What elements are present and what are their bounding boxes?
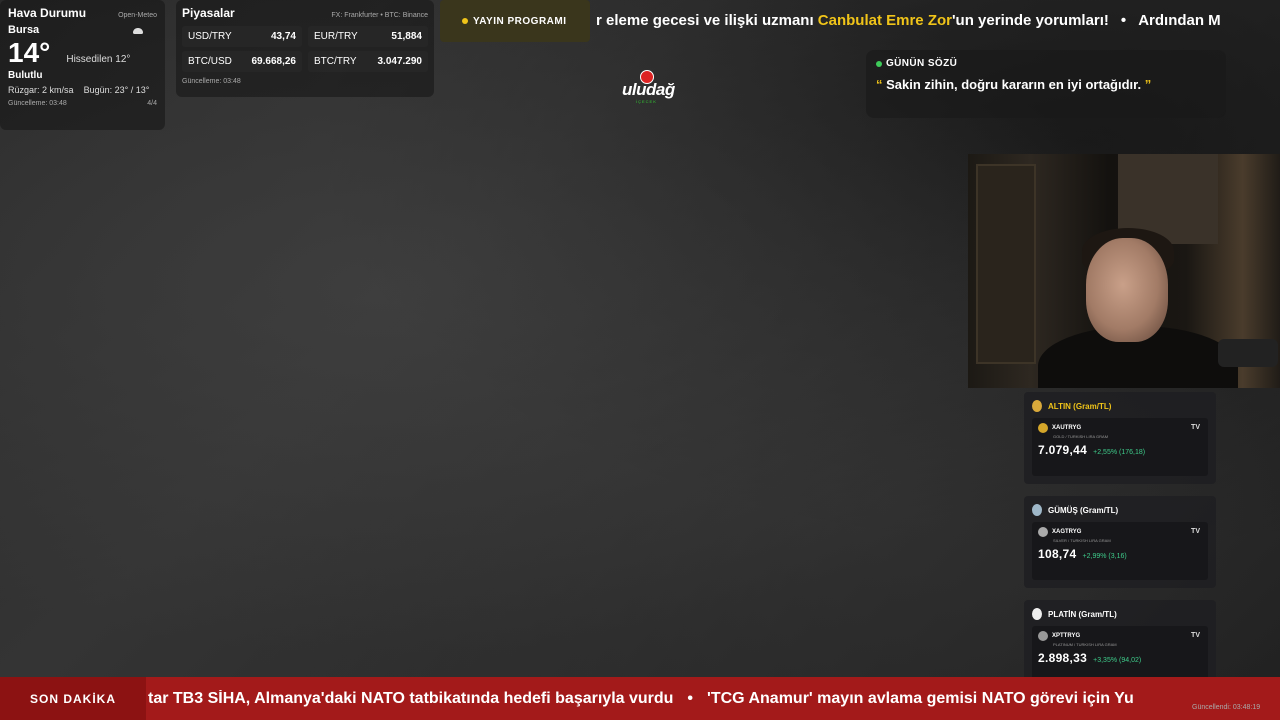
breaking-text: tar TB3 SİHA, Almanya'daki NATO tatbikat…: [146, 690, 1280, 708]
top-ticker-text-3: Ardından M: [1138, 12, 1221, 29]
metal-price: 2.898,33: [1038, 651, 1088, 665]
webcam-feed: [968, 154, 1280, 388]
metals-widget: ALTIN (Gram/TL) XAUTRYG GOLD / TURKISH L…: [1024, 392, 1226, 692]
market-value: 69.668,26: [251, 56, 297, 67]
microphone: [1218, 339, 1278, 367]
weather-city: Bursa: [8, 24, 40, 36]
market-item-btcusd: BTC/USD 69.668,26: [182, 51, 302, 72]
quote-title: GÜNÜN SÖZÜ: [886, 58, 958, 69]
top-ticker-text-2: 'un yerinde yorumları!: [951, 12, 1109, 29]
live-dot-icon: [876, 60, 882, 67]
metal-title: ALTIN (Gram/TL): [1048, 401, 1112, 411]
metal-title: PLATİN (Gram/TL): [1048, 609, 1117, 619]
weather-condition: Bulutlu: [8, 70, 43, 81]
today-value: 23° / 13°: [114, 85, 150, 95]
market-item-eurtry: EUR/TRY 51,884: [308, 26, 428, 47]
weather-widget: Hava Durumu Open-Meteo Bursa 14° Hissedi…: [0, 0, 165, 130]
webcam-person-face: [1086, 238, 1168, 342]
market-item-usdtry: USD/TRY 43,74: [182, 26, 302, 47]
weather-updated: Güncelleme: 03:48: [8, 100, 67, 107]
medal-icon: [1032, 400, 1042, 412]
coin-icon: [1038, 527, 1048, 537]
metal-card-silver: GÜMÜŞ (Gram/TL) XAGTRYG SILVER / TURKISH…: [1024, 496, 1216, 588]
logo-text: uludağ: [622, 80, 675, 99]
metal-change: +3,35% (94,02): [1093, 657, 1142, 664]
weather-temperature: 14°: [8, 37, 51, 68]
metal-change: +2,99% (3,16): [1082, 553, 1127, 560]
markets-widget: Piyasalar FX: Frankfurter • BTC: Binance…: [176, 0, 434, 97]
quote-widget: GÜNÜN SÖZÜ “ Sakin zihin, doğru kararın …: [866, 50, 1226, 118]
wind-value: 2 km/sa: [42, 85, 74, 95]
breaking-separator: •: [687, 689, 694, 707]
metals-updated: Güncellendi: 03:48:19: [1192, 704, 1261, 711]
market-item-btctry: BTC/TRY 3.047.290: [308, 51, 428, 72]
metal-symbol: XAGTRYG: [1052, 529, 1082, 535]
quote-text: “ Sakin zihin, doğru kararın en iyi orta…: [876, 77, 1216, 92]
tradingview-icon[interactable]: TV: [1191, 632, 1200, 639]
medal-icon: [1032, 608, 1042, 620]
weather-title: Hava Durumu: [8, 6, 87, 20]
live-dot-icon: [462, 18, 468, 24]
weather-details: Rüzgar: 2 km/sa Bugün: 23° / 13°: [8, 85, 157, 95]
weather-feels-like: Hissedilen 12°: [66, 54, 131, 65]
quote-body: Sakin zihin, doğru kararın en iyi ortağı…: [882, 77, 1145, 92]
market-label: USD/TRY: [188, 31, 232, 42]
metal-symbol: XAUTRYG: [1052, 425, 1082, 431]
market-value: 3.047.290: [377, 56, 423, 67]
program-badge: YAYIN PROGRAMI: [440, 0, 590, 42]
metal-description: GOLD / TURKISH LIRA GRAM: [1053, 434, 1109, 439]
coin-icon: [1038, 423, 1048, 433]
breaking-news-bar: SON DAKİKA tar TB3 SİHA, Almanya'daki NA…: [0, 677, 1280, 720]
metal-price: 108,74: [1038, 547, 1077, 561]
webcam-background-door: [976, 164, 1036, 364]
tradingview-icon[interactable]: TV: [1191, 528, 1200, 535]
market-label: EUR/TRY: [314, 31, 358, 42]
top-ticker-text-1: r eleme gecesi ve ilişki uzmanı: [596, 12, 818, 29]
wind-label: Rüzgar:: [8, 85, 40, 95]
program-label: YAYIN PROGRAMI: [473, 15, 567, 27]
metal-description: SILVER / TURKISH LIRA GRAM: [1053, 538, 1111, 543]
market-label: BTC/TRY: [314, 56, 357, 67]
market-label: BTC/USD: [188, 56, 232, 67]
cloud-icon: [133, 28, 143, 34]
metal-price: 7.079,44: [1038, 443, 1088, 457]
coin-icon: [1038, 631, 1048, 641]
quote-close-mark: ”: [1144, 77, 1152, 92]
sponsor-logo: uludağ İÇECEK: [620, 70, 682, 104]
top-ticker-separator: •: [1120, 12, 1127, 29]
metal-symbol: XPTTRYG: [1052, 633, 1081, 639]
today-label: Bugün:: [83, 85, 113, 95]
breaking-headline-2: 'TCG Anamur' mayın avlama gemisi NATO gö…: [707, 689, 1134, 707]
top-ticker-highlight: Canbulat Emre Zor: [817, 12, 952, 29]
metal-card-gold: ALTIN (Gram/TL) XAUTRYG GOLD / TURKISH L…: [1024, 392, 1216, 484]
markets-updated: Güncelleme: 03:48: [182, 78, 241, 85]
weather-source: Open-Meteo: [118, 12, 157, 19]
breaking-label: SON DAKİKA: [0, 677, 146, 720]
breaking-headline-1: tar TB3 SİHA, Almanya'daki NATO tatbikat…: [148, 689, 674, 707]
tradingview-icon[interactable]: TV: [1191, 424, 1200, 431]
weather-page: 4/4: [147, 100, 157, 107]
markets-title: Piyasalar: [182, 6, 235, 20]
logo-subtext: İÇECEK: [636, 99, 657, 104]
metal-title: GÜMÜŞ (Gram/TL): [1048, 505, 1119, 515]
metal-description: PLATINUM / TURKISH LIRA GRAM: [1053, 642, 1117, 647]
medal-icon: [1032, 504, 1042, 516]
metal-change: +2,55% (176,18): [1093, 449, 1146, 456]
top-ticker: r eleme gecesi ve ilişki uzmanı Canbulat…: [596, 12, 1280, 34]
market-value: 51,884: [391, 31, 422, 42]
market-value: 43,74: [270, 31, 296, 42]
markets-source: FX: Frankfurter • BTC: Binance: [331, 12, 428, 19]
